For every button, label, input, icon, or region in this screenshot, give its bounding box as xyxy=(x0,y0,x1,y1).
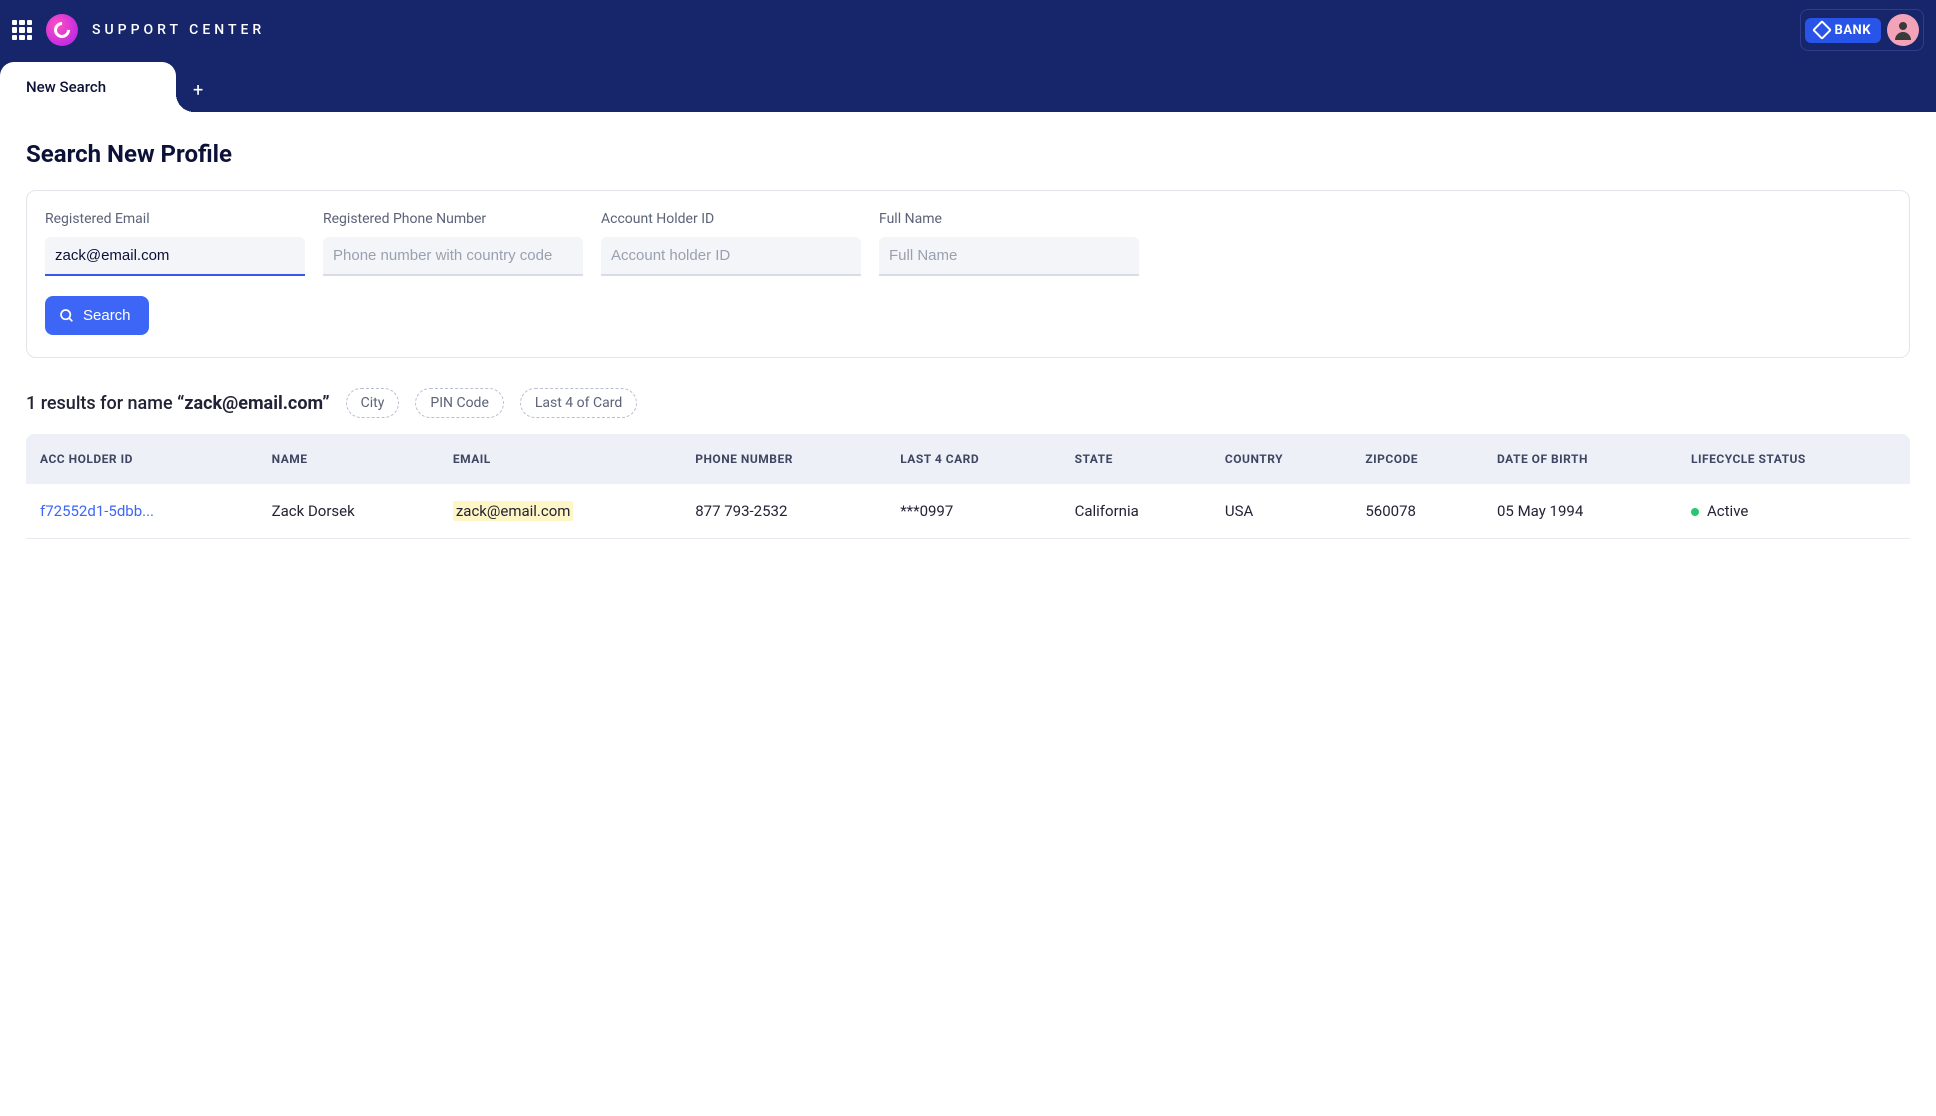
page-title: Search New Profile xyxy=(26,140,1910,168)
topbar: SUPPORT CENTER BANK xyxy=(0,0,1936,60)
brand-name: SUPPORT CENTER xyxy=(92,22,265,38)
search-icon xyxy=(59,308,75,324)
col-dob[interactable]: DATE OF BIRTH xyxy=(1483,434,1677,484)
search-fields-row: Registered Email Registered Phone Number… xyxy=(45,211,1891,276)
cell-dob: 05 May 1994 xyxy=(1483,484,1677,539)
label-account-holder-id: Account Holder ID xyxy=(601,211,861,227)
cell-status: Active xyxy=(1677,484,1910,539)
col-zipcode[interactable]: ZIPCODE xyxy=(1351,434,1483,484)
results-count: 1 results for name “zack@email.com” xyxy=(26,393,330,414)
filter-chip-last4[interactable]: Last 4 of Card xyxy=(520,388,637,418)
table-row[interactable]: f72552d1-5dbb... Zack Dorsek zack@email.… xyxy=(26,484,1910,539)
cell-email: zack@email.com xyxy=(453,501,574,521)
content: Search New Profile Registered Email Regi… xyxy=(0,112,1936,567)
col-phone[interactable]: PHONE NUMBER xyxy=(681,434,886,484)
table-header: ACC HOLDER ID NAME EMAIL PHONE NUMBER LA… xyxy=(26,434,1910,484)
search-button[interactable]: Search xyxy=(45,296,149,335)
field-registered-phone: Registered Phone Number xyxy=(323,211,583,276)
apps-grid-icon[interactable] xyxy=(12,20,32,40)
status-dot-icon xyxy=(1691,508,1699,516)
field-full-name: Full Name xyxy=(879,211,1139,276)
tab-label: New Search xyxy=(26,78,106,96)
cell-phone: 877 793-2532 xyxy=(681,484,886,539)
cell-name: Zack Dorsek xyxy=(258,484,439,539)
col-state[interactable]: STATE xyxy=(1061,434,1211,484)
results-bar: 1 results for name “zack@email.com” City… xyxy=(26,388,1910,418)
input-account-holder-id[interactable] xyxy=(601,237,861,276)
search-card: Registered Email Registered Phone Number… xyxy=(26,190,1910,358)
tab-new-search[interactable]: New Search xyxy=(0,62,176,112)
col-status[interactable]: LIFECYCLE STATUS xyxy=(1677,434,1910,484)
diamond-icon xyxy=(1812,20,1832,40)
field-account-holder-id: Account Holder ID xyxy=(601,211,861,276)
cell-acc-holder-id[interactable]: f72552d1-5dbb... xyxy=(40,502,154,520)
col-name[interactable]: NAME xyxy=(258,434,439,484)
cell-last4: ***0997 xyxy=(886,484,1060,539)
col-last4[interactable]: LAST 4 CARD xyxy=(886,434,1060,484)
filter-chip-city[interactable]: City xyxy=(346,388,400,418)
input-registered-phone[interactable] xyxy=(323,237,583,276)
input-registered-email[interactable] xyxy=(45,237,305,276)
brand-logo-icon xyxy=(46,14,78,46)
field-registered-email: Registered Email xyxy=(45,211,305,276)
cell-state: California xyxy=(1061,484,1211,539)
status-text: Active xyxy=(1707,502,1748,520)
results-query: “zack@email.com” xyxy=(177,393,330,414)
topbar-left: SUPPORT CENTER xyxy=(12,14,265,46)
col-country[interactable]: COUNTRY xyxy=(1211,434,1351,484)
label-full-name: Full Name xyxy=(879,211,1139,227)
bank-badge[interactable]: BANK xyxy=(1805,18,1881,43)
results-prefix: 1 results for name xyxy=(26,393,177,414)
topbar-right: BANK xyxy=(1800,9,1924,51)
bank-label: BANK xyxy=(1835,23,1871,38)
results-table: ACC HOLDER ID NAME EMAIL PHONE NUMBER LA… xyxy=(26,434,1910,539)
input-full-name[interactable] xyxy=(879,237,1139,276)
col-acc-holder-id[interactable]: ACC HOLDER ID xyxy=(26,434,258,484)
filter-chip-pin-code[interactable]: PIN Code xyxy=(415,388,504,418)
label-registered-phone: Registered Phone Number xyxy=(323,211,583,227)
tabbar: New Search + xyxy=(0,60,1936,112)
cell-country: USA xyxy=(1211,484,1351,539)
search-button-label: Search xyxy=(83,307,131,324)
user-avatar[interactable] xyxy=(1887,14,1919,46)
plus-icon: + xyxy=(193,80,203,101)
label-registered-email: Registered Email xyxy=(45,211,305,227)
col-email[interactable]: EMAIL xyxy=(439,434,681,484)
cell-zipcode: 560078 xyxy=(1351,484,1483,539)
avatar-icon xyxy=(1891,18,1915,42)
